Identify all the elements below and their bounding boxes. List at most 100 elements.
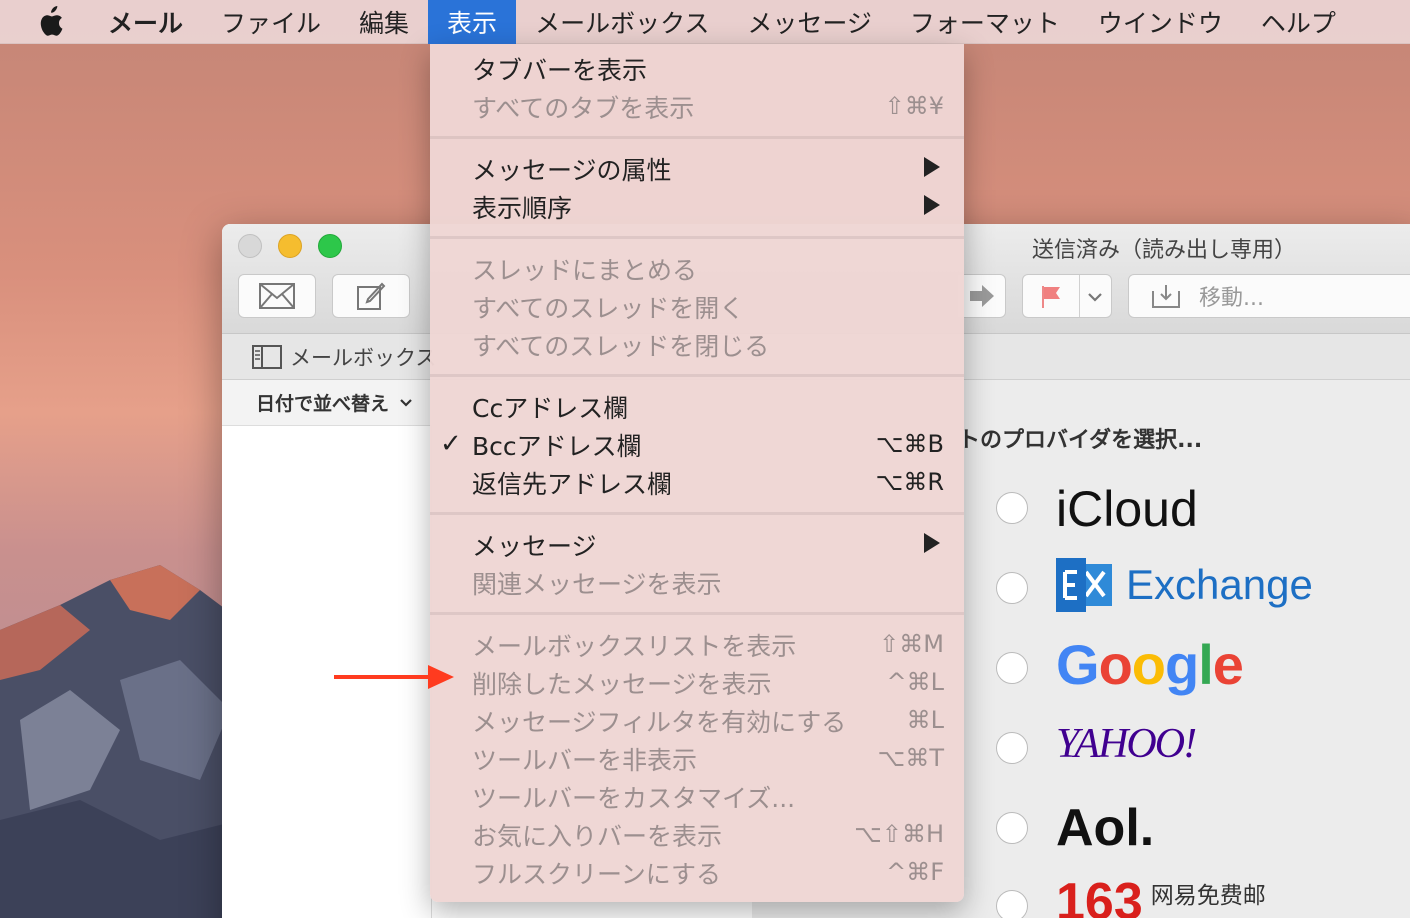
menu-item-show-all-tabs: すべてのタブを表示 ⇧⌘¥ — [430, 88, 964, 126]
sort-chevron-down-icon — [400, 398, 412, 407]
menu-item-label: タブバーを表示 — [472, 56, 648, 85]
exchange-logo-icon — [1056, 558, 1112, 612]
red-arrow-annotation — [334, 665, 454, 689]
menu-item-label: メッセージ — [472, 532, 597, 561]
menu-item-cc-address-field[interactable]: Ccアドレス欄 — [430, 388, 964, 426]
mailbox-toggle-label: メールボックス — [290, 346, 437, 370]
radio-aol[interactable] — [996, 812, 1028, 844]
menu-separator — [430, 226, 964, 250]
apple-menu[interactable] — [0, 0, 100, 44]
menu-app-mail[interactable]: メール — [100, 0, 202, 44]
menu-item-label: 返信先アドレス欄 — [472, 470, 673, 499]
menu-item-label: 削除したメッセージを表示 — [472, 670, 772, 699]
provider-exchange-label: Exchange — [1126, 561, 1313, 608]
radio-icloud[interactable] — [996, 492, 1028, 524]
menu-item-expand-all-threads: すべてのスレッドを開く — [430, 288, 964, 326]
menu-item-label: すべてのスレッドを閉じる — [472, 332, 770, 361]
menu-view[interactable]: 表示 — [428, 0, 517, 44]
checkmark-icon: ✓ — [440, 429, 462, 459]
get-mail-button[interactable] — [238, 274, 316, 318]
menu-item-sort-order[interactable]: 表示順序 — [430, 188, 964, 226]
menu-edit[interactable]: 編集 — [340, 0, 428, 44]
menu-item-label: 関連メッセージを表示 — [472, 570, 722, 599]
menu-bar: メール ファイル 編集 表示 メールボックス メッセージ フォーマット ウインド… — [0, 0, 1410, 44]
menu-item-show-tab-bar[interactable]: タブバーを表示 — [430, 50, 964, 88]
compose-icon — [357, 282, 386, 310]
menu-item-collapse-all-threads: すべてのスレッドを閉じる — [430, 326, 964, 364]
menu-separator — [430, 502, 964, 526]
mailbox-toggle[interactable]: メールボックス — [252, 342, 436, 372]
flag-button[interactable] — [1022, 274, 1112, 318]
menu-item-customize-toolbar: ツールバーをカスタマイズ... — [430, 778, 964, 816]
menu-item-show-mailbox-list: メールボックスリストを表示 ⇧⌘M — [430, 626, 964, 664]
menu-separator — [430, 126, 964, 150]
menu-item-hide-toolbar: ツールバーを非表示 ⌥⌘T — [430, 740, 964, 778]
compose-button[interactable] — [332, 274, 410, 318]
radio-exchange[interactable] — [996, 572, 1028, 604]
provider-aol-label: Aol. — [1056, 799, 1155, 857]
provider-163-label: 网易免费邮 — [1150, 883, 1266, 909]
menu-item-message[interactable]: メッセージ — [430, 526, 964, 564]
sort-menu[interactable]: 日付で並べ替え — [222, 380, 432, 426]
radio-google[interactable] — [996, 652, 1028, 684]
envelope-icon — [259, 283, 295, 309]
chevron-down-icon[interactable] — [1087, 292, 1103, 302]
menu-item-label: Ccアドレス欄 — [472, 394, 629, 423]
menu-item-bcc-address-field[interactable]: ✓ Bccアドレス欄 ⌥⌘B — [430, 426, 964, 464]
provider-exchange: Exchange — [1056, 558, 1313, 612]
menu-item-label: お気に入りバーを表示 — [472, 822, 723, 851]
menu-item-shortcut: ⌘L — [906, 706, 944, 734]
radio-yahoo[interactable] — [996, 732, 1028, 764]
provider-icloud-label: iCloud — [1056, 481, 1198, 537]
sort-label: 日付で並べ替え — [256, 393, 390, 415]
submenu-arrow-icon — [924, 195, 940, 215]
menu-item-enter-full-screen: フルスクリーンにする ^⌘F — [430, 854, 964, 892]
menu-item-shortcut: ⇧⌘¥ — [884, 92, 944, 120]
move-button[interactable]: 移動... — [1128, 274, 1410, 318]
apple-logo-icon — [40, 5, 63, 36]
radio-163[interactable] — [996, 890, 1028, 918]
menu-file[interactable]: ファイル — [202, 0, 340, 44]
submenu-arrow-icon — [924, 533, 940, 553]
menu-window[interactable]: ウインドウ — [1079, 0, 1242, 44]
menu-item-label: メッセージの属性 — [472, 156, 672, 185]
menu-item-shortcut: ⌥⇧⌘H — [854, 820, 944, 848]
forward-button[interactable] — [958, 274, 1006, 318]
menu-format[interactable]: フォーマット — [891, 0, 1079, 44]
menu-item-shortcut: ⌥⌘T — [877, 744, 944, 772]
menu-item-message-attributes[interactable]: メッセージの属性 — [430, 150, 964, 188]
provider-163-number: 163 — [1056, 873, 1143, 918]
move-button-label: 移動... — [1199, 286, 1264, 311]
menu-item-shortcut: ^⌘F — [886, 858, 944, 886]
move-icon — [1152, 285, 1180, 308]
menu-item-reply-to-address-field[interactable]: 返信先アドレス欄 ⌥⌘R — [430, 464, 964, 502]
menu-item-shortcut: ⌥⌘R — [875, 468, 944, 496]
menu-mailbox[interactable]: メールボックス — [516, 0, 728, 44]
menu-item-label: Bccアドレス欄 — [472, 432, 642, 461]
close-window-button[interactable] — [238, 234, 262, 258]
window-title: 送信済み（読み出し専用） — [1032, 238, 1297, 263]
menu-item-label: フルスクリーンにする — [472, 860, 722, 889]
menu-separator — [430, 364, 964, 388]
menu-item-label: スレッドにまとめる — [472, 256, 698, 285]
menu-item-label: メッセージフィルタを有効にする — [472, 708, 847, 737]
minimize-window-button[interactable] — [278, 234, 302, 258]
menu-item-shortcut: ⌥⌘B — [875, 430, 944, 458]
provider-google-label: Google — [1056, 633, 1244, 696]
mountain-wallpaper-art — [0, 565, 240, 918]
menu-separator — [430, 602, 964, 626]
menu-item-show-deleted-messages: 削除したメッセージを表示 ^⌘L — [430, 664, 964, 702]
menu-item-organize-by-thread: スレッドにまとめる — [430, 250, 964, 288]
flag-icon — [1042, 286, 1060, 308]
menu-help[interactable]: ヘルプ — [1242, 0, 1355, 44]
menu-item-show-favorites-bar: お気に入りバーを表示 ⌥⇧⌘H — [430, 816, 964, 854]
forward-arrow-icon — [969, 285, 994, 307]
menu-message[interactable]: メッセージ — [728, 0, 891, 44]
menu-item-shortcut: ^⌘L — [886, 668, 944, 696]
provider-163: 163 网易免费邮 — [1056, 872, 1266, 918]
menu-item-shortcut: ⇧⌘M — [879, 630, 944, 658]
view-dropdown-menu: タブバーを表示 すべてのタブを表示 ⇧⌘¥ メッセージの属性 表示順序 スレッド… — [430, 44, 964, 902]
menu-item-label: ツールバーを非表示 — [472, 746, 698, 775]
zoom-window-button[interactable] — [318, 234, 342, 258]
sidebar-icon — [252, 345, 282, 369]
